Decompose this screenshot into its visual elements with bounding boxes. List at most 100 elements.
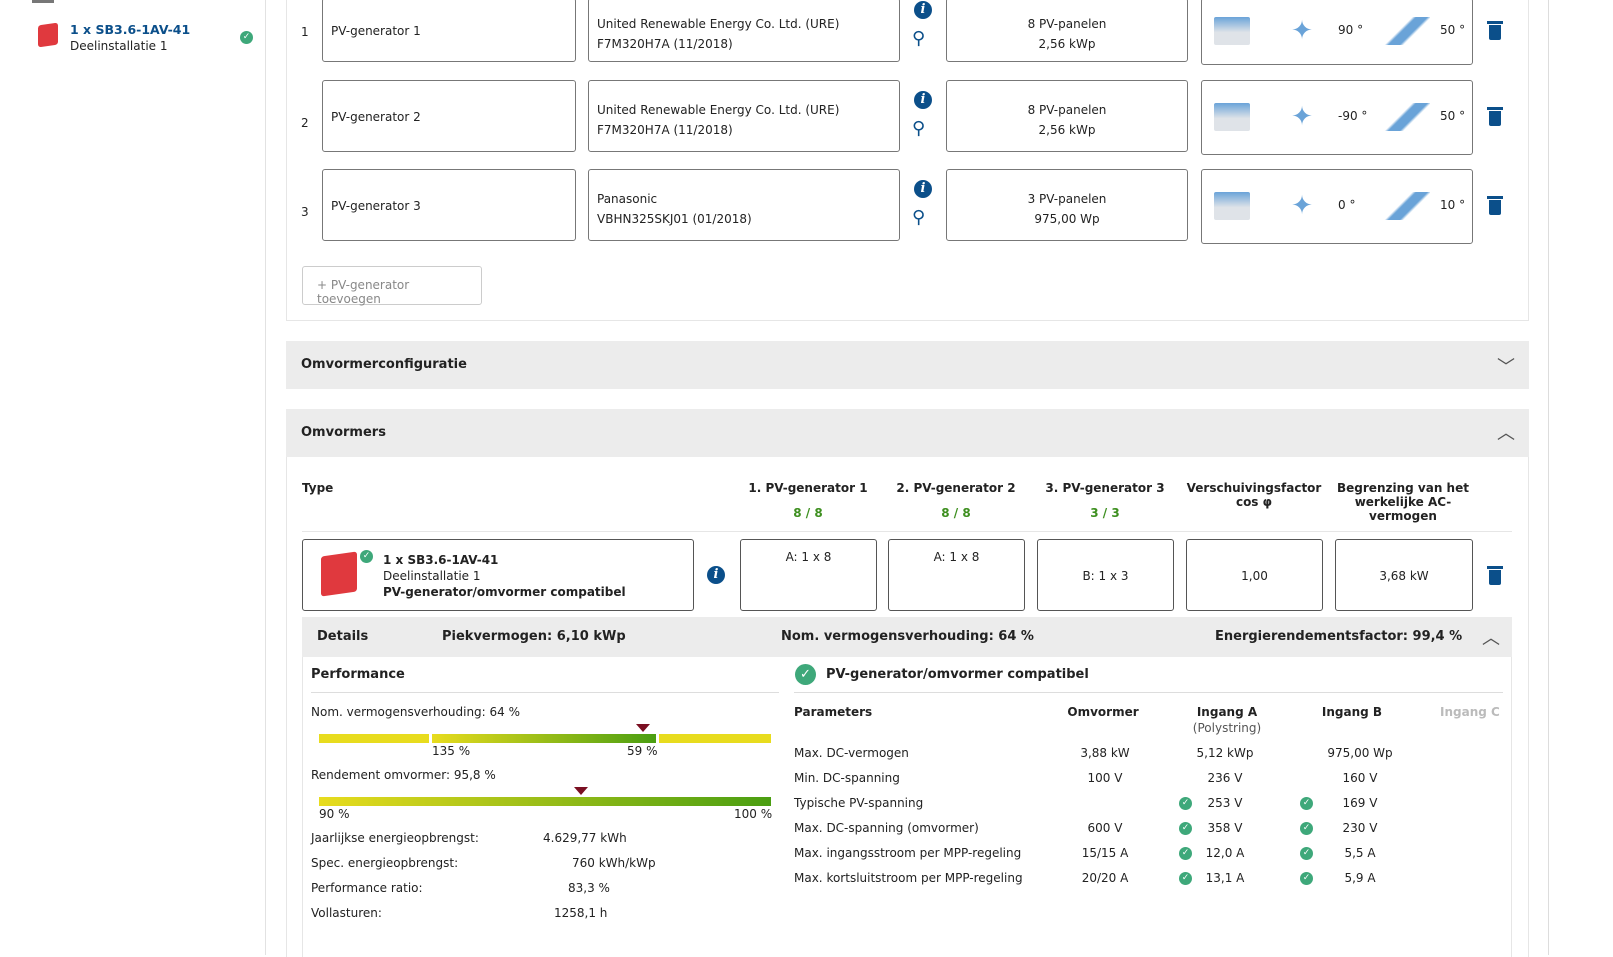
info-icon[interactable]: i [914,1,932,19]
config-g2[interactable]: A: 1 x 8 [888,539,1025,611]
panel-power: 2,56 kWp [1038,37,1096,51]
generator-number: 1 [301,25,309,39]
stat-value: 760 kWh/kWp [572,856,656,870]
param-label: Typische PV-spanning [794,796,924,810]
add-pv-generator-button[interactable]: + PV-generator toevoegen [302,266,482,306]
generator-name-field[interactable]: PV-generator 1 [322,0,576,62]
trash-icon[interactable] [1487,107,1503,126]
check-icon: ✓ [1179,872,1192,885]
tilt-panel-icon [1382,103,1430,131]
chevron-up-icon[interactable]: ︿ [1497,419,1515,445]
info-icon[interactable]: i [707,566,725,584]
orientation-field[interactable]: ✦ 90 ° 50 ° [1201,0,1473,65]
panels-field[interactable]: 8 PV-panelen 2,56 kWp [946,0,1188,62]
module-model: F7M320H7A (11/2018) [597,37,733,51]
module-maker: United Renewable Energy Co. Ltd. (URE) [597,17,840,31]
generator-name-field[interactable]: PV-generator 2 [322,80,576,152]
header-cos: Verschuivingsfactor cos φ [1186,481,1322,509]
stat-label: Performance ratio: [311,881,423,895]
tilt-panel-icon [1382,192,1430,220]
sidebar-item-inverter[interactable]: 1 x SB3.6-1AV-41 Deelinstallatie 1 ✓ [30,18,270,58]
ac-limit-field[interactable]: 3,68 kW [1335,539,1473,611]
inverter-icon-clipped [32,0,54,3]
stat-value: 1258,1 h [554,906,608,920]
energy-efficiency: Energierendementsfactor: 99,4 % [1215,629,1463,644]
tilt-value: 50 ° [1440,109,1466,123]
tilt-value: 50 ° [1440,23,1466,37]
orientation-field[interactable]: ✦ 0 ° 10 ° [1201,169,1473,244]
panel-count: 8 PV-panelen [1027,103,1107,117]
search-icon[interactable]: ⚲ [912,28,925,49]
module-field[interactable]: Panasonic VBHN325SKJ01 (01/2018) [588,169,900,241]
compass-icon: ✦ [1291,16,1313,46]
inverter-title: 1 x SB3.6-1AV-41 [383,553,499,567]
generator-name: PV-generator 1 [331,24,421,38]
param-label: Max. DC-vermogen [794,746,909,760]
section-title: Omvormerconfiguratie [301,357,467,372]
efficiency-label: Rendement omvormer: 95,8 % [311,768,496,782]
efficiency-bar [319,797,771,806]
panels-field[interactable]: 8 PV-panelen 2,56 kWp [946,80,1188,152]
trash-icon[interactable] [1487,21,1503,40]
header-g1: 1. PV-generator 1 [748,481,868,495]
info-icon[interactable]: i [914,180,932,198]
config-g1[interactable]: A: 1 x 8 [740,539,877,611]
stat-label: Jaarlijkse energieopbrengst: [311,831,479,845]
chevron-down-icon[interactable]: ﹀ [1497,353,1515,379]
header-g3: 3. PV-generator 3 [1045,481,1165,495]
orientation-field[interactable]: ✦ -90 ° 50 ° [1201,80,1473,155]
param-input-b: 160 V [1342,771,1378,785]
module-field[interactable]: United Renewable Energy Co. Ltd. (URE) F7… [588,0,900,62]
panel-power: 975,00 Wp [1034,212,1100,226]
search-icon[interactable]: ⚲ [912,118,925,139]
scrollbar[interactable] [1548,0,1549,955]
ratio-label: Nom. vermogensverhouding: 64 % [311,705,521,719]
generator-number: 2 [301,116,309,130]
param-inverter: 600 V [1087,821,1123,835]
module-field[interactable]: United Renewable Energy Co. Ltd. (URE) F7… [588,80,900,152]
panels-field[interactable]: 3 PV-panelen 975,00 Wp [946,169,1188,241]
section-omvormerconfiguratie[interactable]: Omvormerconfiguratie ﹀ [286,341,1529,389]
param-inverter: 100 V [1087,771,1123,785]
trash-icon[interactable] [1487,566,1503,585]
param-label: Max. DC-spanning (omvormer) [794,821,979,835]
efficiency-max: 100 % [734,807,773,821]
trash-icon[interactable] [1487,196,1503,215]
check-icon: ✓ [1179,797,1192,810]
cos-phi-field[interactable]: 1,00 [1186,539,1323,611]
panel-count: 8 PV-panelen [1027,17,1107,31]
check-icon: ✓ [1300,797,1313,810]
details-bar[interactable]: Details Piekvermogen: 6,10 kWp Nom. verm… [302,617,1512,657]
param-input-a: 12,0 A [1205,846,1245,860]
generator-number: 3 [301,205,309,219]
module-model: F7M320H7A (11/2018) [597,123,733,137]
azimuth-value: 0 ° [1338,198,1356,212]
stat-label: Vollasturen: [311,906,382,920]
generator-name-field[interactable]: PV-generator 3 [322,169,576,241]
header-type: Type [302,481,334,495]
compass-icon: ✦ [1291,191,1313,221]
details-label: Details [317,629,369,644]
header-ingang-a: Ingang A [1196,705,1258,719]
stat-value: 4.629,77 kWh [543,831,627,845]
config-g3[interactable]: B: 1 x 3 [1037,539,1174,611]
param-input-a: 358 V [1207,821,1243,835]
generator-name: PV-generator 3 [331,199,421,213]
search-icon[interactable]: ⚲ [912,207,925,228]
tilt-value: 10 ° [1440,198,1466,212]
check-icon: ✓ [1179,847,1192,860]
inverter-subtitle: Deelinstallatie 1 [383,569,481,583]
param-inverter: 3,88 kW [1080,746,1130,760]
count-g1: 8 / 8 [793,506,823,520]
section-omvormers[interactable]: Omvormers ︿ [286,409,1529,457]
chevron-up-icon[interactable]: ︿ [1482,624,1500,650]
info-icon[interactable]: i [914,91,932,109]
inverter-status: PV-generator/omvormer compatibel [383,585,626,599]
inverter-row[interactable]: ✓ 1 x SB3.6-1AV-41 Deelinstallatie 1 PV-… [302,539,694,611]
param-input-b: 230 V [1342,821,1378,835]
ratio-low-label: 135 % [432,744,471,758]
check-icon: ✓ [1300,847,1313,860]
param-input-a: 5,12 kWp [1196,746,1254,760]
inverter-icon [321,551,357,597]
param-input-a: 236 V [1207,771,1243,785]
